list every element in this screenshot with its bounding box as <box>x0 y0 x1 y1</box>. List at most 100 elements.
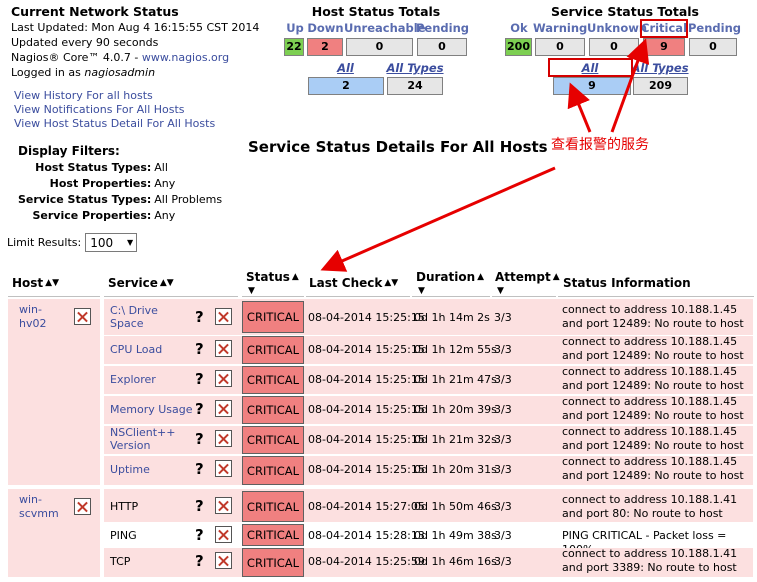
status-badge: CRITICAL <box>242 491 304 522</box>
notifications-disabled-icon[interactable] <box>215 552 232 569</box>
arrow-to-status-column <box>320 166 556 272</box>
service-link[interactable]: Explorer <box>110 373 156 386</box>
service-link[interactable]: Uptime <box>110 463 150 476</box>
column-service[interactable]: Service ▲▼ <box>108 276 174 290</box>
status-badge: CRITICAL <box>242 396 304 424</box>
last-check: 08-04-2014 15:25:15 <box>308 311 425 324</box>
header-underline <box>492 296 556 297</box>
status-information: connect to address 10.188.1.45 and port … <box>562 425 744 452</box>
help-icon[interactable]: ? <box>195 526 204 544</box>
column-host[interactable]: Host ▲▼ <box>12 276 59 290</box>
service-link[interactable]: TCP <box>110 555 130 568</box>
duration: 0d 1h 21m 47s <box>414 373 497 386</box>
notifications-disabled-icon[interactable] <box>215 370 232 387</box>
attempt: 3/3 <box>494 463 512 476</box>
header-underline <box>8 296 100 297</box>
header-underline <box>242 296 304 297</box>
last-check: 08-04-2014 15:25:15 <box>308 373 425 386</box>
help-icon[interactable]: ? <box>195 308 204 326</box>
attempt: 3/3 <box>494 555 512 568</box>
attempt: 3/3 <box>494 433 512 446</box>
status-badge: CRITICAL <box>242 301 304 333</box>
last-check: 08-04-2014 15:25:15 <box>308 343 425 356</box>
status-badge: CRITICAL <box>242 456 304 485</box>
help-icon[interactable]: ? <box>195 497 204 515</box>
status-badge: CRITICAL <box>242 426 304 454</box>
help-icon[interactable]: ? <box>195 552 204 570</box>
column-host-label: Host <box>12 276 44 290</box>
sort-up-icon[interactable]: ▲ <box>553 272 560 282</box>
column-status-label: Status <box>246 270 290 284</box>
header-underline <box>104 296 238 297</box>
duration: 0d 1h 49m 38s <box>414 529 497 542</box>
notifications-disabled-icon[interactable] <box>215 497 232 514</box>
header-underline <box>306 296 410 297</box>
column-status[interactable]: Status ▲ <box>246 270 299 284</box>
status-information: connect to address 10.188.1.45 and port … <box>562 335 744 362</box>
header-underline <box>558 296 754 297</box>
last-check: 08-04-2014 15:27:05 <box>308 500 425 513</box>
host-link-win-hv02[interactable]: win-hv02 <box>19 303 59 331</box>
duration: 0d 1h 12m 55s <box>414 343 497 356</box>
last-check: 08-04-2014 15:25:15 <box>308 433 425 446</box>
duration: 0d 1h 21m 32s <box>414 433 497 446</box>
help-icon[interactable]: ? <box>195 460 204 478</box>
service-link[interactable]: C:\ Drive Space <box>110 304 170 330</box>
notifications-disabled-icon[interactable] <box>215 308 232 325</box>
notifications-disabled-icon[interactable] <box>74 498 91 515</box>
column-attempt-label: Attempt <box>495 270 551 284</box>
arrow-to-critical <box>610 38 650 133</box>
help-icon[interactable]: ? <box>195 370 204 388</box>
sort-down-icon[interactable]: ▼ <box>497 287 504 296</box>
column-last-check[interactable]: Last Check ▲▼ <box>309 276 398 290</box>
arrow-to-all-problems <box>567 82 592 133</box>
column-info-label: Status Information <box>563 276 691 290</box>
last-check: 08-04-2014 15:28:13 <box>308 529 425 542</box>
service-link[interactable]: HTTP <box>110 500 138 513</box>
service-link[interactable]: Memory Usage <box>110 403 193 416</box>
help-icon[interactable]: ? <box>195 430 204 448</box>
column-attempt[interactable]: Attempt ▲ <box>495 270 560 284</box>
help-icon[interactable]: ? <box>195 400 204 418</box>
sort-down-icon[interactable]: ▼ <box>418 287 425 296</box>
status-information: connect to address 10.188.1.41 and port … <box>562 493 738 520</box>
sort-up-icon[interactable]: ▲ <box>292 272 299 282</box>
notifications-disabled-icon[interactable] <box>215 340 232 357</box>
sort-down-icon[interactable]: ▼ <box>248 287 255 296</box>
last-check: 08-04-2014 15:25:15 <box>308 463 425 476</box>
column-duration-label: Duration <box>416 270 476 284</box>
service-link[interactable]: PING <box>110 529 137 542</box>
service-link[interactable]: NSClient++ Version <box>110 426 176 452</box>
last-check: 08-04-2014 15:25:59 <box>308 555 425 568</box>
sort-up-icon[interactable]: ▲ <box>477 272 484 282</box>
last-check: 08-04-2014 15:25:15 <box>308 403 425 416</box>
header-underline <box>412 296 490 297</box>
attempt: 3/3 <box>494 343 512 356</box>
sort-arrows-icon[interactable]: ▲▼ <box>384 278 398 288</box>
column-duration[interactable]: Duration ▲ <box>416 270 484 284</box>
status-information: connect to address 10.188.1.45 and port … <box>562 455 744 482</box>
host-link-win-scvmm[interactable]: win-scvmm <box>19 493 61 521</box>
status-information: connect to address 10.188.1.45 and port … <box>562 395 744 422</box>
notifications-disabled-icon[interactable] <box>74 308 91 325</box>
duration: 0d 1h 46m 16s <box>414 555 497 568</box>
attempt: 3/3 <box>494 373 512 386</box>
help-icon[interactable]: ? <box>195 340 204 358</box>
sort-arrows-icon[interactable]: ▲▼ <box>160 278 174 288</box>
duration: 0d 1h 20m 31s <box>414 463 497 476</box>
attempt: 3/3 <box>494 403 512 416</box>
status-information: connect to address 10.188.1.41 and port … <box>562 547 738 574</box>
column-status-information: Status Information <box>563 276 691 290</box>
notifications-disabled-icon[interactable] <box>215 430 232 447</box>
notifications-disabled-icon[interactable] <box>215 400 232 417</box>
duration: 0d 1h 20m 39s <box>414 403 497 416</box>
notifications-disabled-icon[interactable] <box>215 526 232 543</box>
column-last-check-label: Last Check <box>309 276 383 290</box>
duration: 0d 1h 50m 46s <box>414 500 497 513</box>
sort-arrows-icon[interactable]: ▲▼ <box>45 278 59 288</box>
service-link[interactable]: CPU Load <box>110 343 162 356</box>
status-information: connect to address 10.188.1.45 and port … <box>562 303 744 330</box>
status-badge: CRITICAL <box>242 524 304 546</box>
duration: 0d 1h 14m 2s <box>414 311 490 324</box>
notifications-disabled-icon[interactable] <box>215 460 232 477</box>
